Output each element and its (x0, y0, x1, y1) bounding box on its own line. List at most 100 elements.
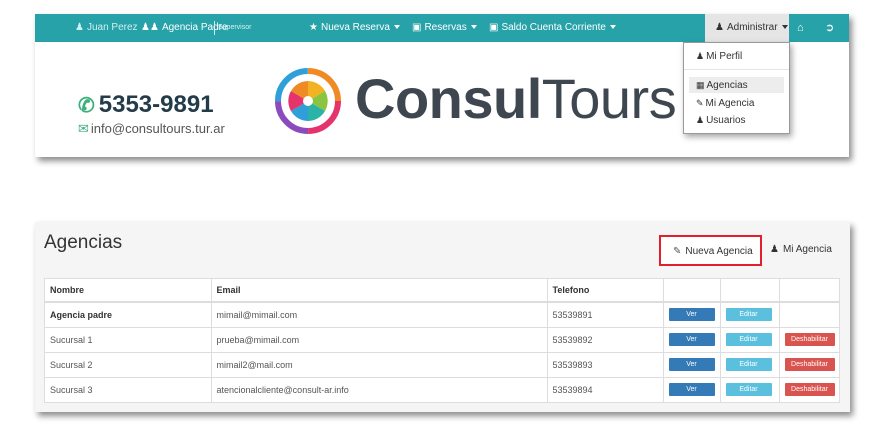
ver-button[interactable]: Ver (668, 333, 715, 346)
suitcase-icon: ▣ (412, 22, 422, 33)
nav-administrar[interactable]: ♟ Administrar (705, 14, 789, 42)
pencil-icon: ✎ (696, 98, 704, 108)
nav-user[interactable]: ♟ Juan Perez (75, 14, 138, 42)
cell-action: Deshabilitar (779, 377, 839, 402)
mi-agencia-label: Mi Agencia (782, 244, 832, 255)
table-header-row: Nombre Email Telefono (45, 279, 839, 303)
menu-item-usuarios[interactable]: ♟ Usuarios (684, 112, 789, 128)
deshabilitar-button[interactable]: Deshabilitar (784, 333, 835, 346)
menu-divider (684, 69, 789, 70)
agencias-panel: Agencias ✎ Nueva Agencia ♟ Mi Agencia Nomb… (35, 222, 850, 412)
column-header-empty (779, 279, 839, 303)
top-navbar: ♟ Juan Perez ♟♟ Agencia Padre Supervisor ★… (35, 14, 849, 42)
caret-down-icon (470, 25, 477, 30)
money-icon: ▣ (489, 22, 499, 33)
editar-button[interactable]: Editar (725, 383, 772, 397)
edit-icon: ✎ (673, 246, 682, 257)
email-address: info@consultours.tur.ar (90, 121, 225, 136)
menu-item-mi-perfil[interactable]: ♟ Mi Perfil (684, 48, 789, 64)
nav-saldo-label: Saldo Cuenta Corriente (501, 22, 606, 33)
users-icon: ♟ (770, 244, 779, 255)
logo-light-text: Tours (541, 67, 677, 130)
menu-item-label: Usuarios (706, 115, 746, 126)
cell-email: mimail2@mail.com (211, 352, 548, 378)
screenshot-stage: ♟ Juan Perez ♟♟ Agencia Padre Supervisor ★… (0, 0, 886, 437)
cell-action: Ver (663, 377, 721, 402)
cell-nombre: Sucursal 3 (45, 377, 212, 402)
cell-nombre: Agencia padre (45, 302, 212, 328)
cell-action (779, 302, 839, 328)
table-row: Sucursal 3 atencionalcliente@consult-ar.… (45, 377, 839, 402)
mi-agencia-button[interactable]: ♟ Mi Agencia (770, 244, 832, 255)
logo-bold-text: Consul (355, 67, 542, 130)
users-icon: ♟ (696, 115, 705, 125)
logo-wordmark: ConsulTours (355, 66, 677, 132)
cell-action: Editar (720, 352, 780, 378)
cell-telefono: 53539892 (547, 327, 664, 353)
nav-administrar-label: Administrar (726, 22, 778, 33)
cell-action: Editar (720, 327, 780, 353)
column-header-nombre: Nombre (45, 279, 212, 303)
home-icon[interactable]: ⌂ (797, 14, 804, 42)
nav-nueva-reserva-label: Nueva Reserva (320, 22, 390, 33)
user-icon: ♟ (75, 22, 84, 33)
admin-dropdown-menu: ♟ Mi Perfil ▦ Agencias ✎ Mi Agencia ♟ Usuari… (683, 42, 790, 134)
editar-button[interactable]: Editar (725, 308, 772, 322)
user-icon: ♟ (715, 22, 724, 33)
caret-down-icon (781, 25, 788, 30)
cell-action: Deshabilitar (779, 327, 839, 353)
logo-icon (275, 68, 341, 134)
users-icon: ♟♟ (141, 22, 159, 33)
cell-email: prueba@mimail.com (211, 327, 548, 353)
deshabilitar-button[interactable]: Deshabilitar (784, 383, 835, 397)
ver-button[interactable]: Ver (668, 358, 715, 371)
cell-action: Editar (720, 377, 780, 402)
deshabilitar-button[interactable]: Deshabilitar (784, 358, 835, 371)
cell-email: atencionalcliente@consult-ar.info (211, 377, 548, 402)
contact-email: ✉ info@consultours.tur.ar (78, 121, 225, 137)
menu-item-label: Mi Agencia (705, 98, 755, 109)
contact-phone: ✆ 5353-9891 (78, 91, 214, 119)
column-header-email: Email (211, 279, 548, 303)
nav-reservas-label: Reservas (424, 22, 467, 33)
column-header-empty (720, 279, 780, 303)
cell-telefono: 53539891 (547, 302, 664, 328)
ver-button[interactable]: Ver (668, 383, 715, 397)
menu-item-agencias[interactable]: ▦ Agencias (689, 77, 784, 93)
nav-reservas[interactable]: ▣ Reservas (412, 14, 477, 42)
ver-button[interactable]: Ver (668, 308, 715, 322)
phone-icon: ✆ (78, 95, 95, 117)
menu-item-label: Mi Perfil (706, 51, 743, 62)
page-title: Agencias (44, 232, 123, 253)
table-row: Sucursal 1 prueba@mimail.com 53539892 Ve… (45, 327, 839, 353)
nav-user-label: Juan Perez (86, 22, 138, 33)
menu-item-mi-agencia[interactable]: ✎ Mi Agencia (684, 95, 789, 111)
cell-action: Editar (720, 302, 780, 328)
agencias-table-wrapper: Nombre Email Telefono Agencia padre mima… (44, 278, 840, 403)
table-row: Agencia padre mimail@mimail.com 53539891… (45, 302, 839, 328)
cell-email: mimail@mimail.com (211, 302, 548, 328)
cell-action: Ver (663, 302, 721, 328)
building-icon: ▦ (696, 80, 705, 90)
column-header-telefono: Telefono (547, 279, 664, 303)
nueva-agencia-button[interactable]: ✎ Nueva Agencia (659, 235, 762, 266)
nueva-agencia-label: Nueva Agencia (685, 246, 753, 257)
sign-out-icon[interactable]: ➲ (825, 14, 834, 42)
envelope-icon: ✉ (78, 121, 89, 136)
user-icon: ♟ (696, 51, 705, 61)
column-header-empty (663, 279, 721, 303)
menu-item-label: Agencias (706, 80, 748, 91)
agencias-table: Nombre Email Telefono Agencia padre mima… (45, 279, 839, 402)
table-row: Sucursal 2 mimail2@mail.com 53539893 Ver… (45, 352, 839, 378)
cell-action: Ver (663, 352, 721, 378)
editar-button[interactable]: Editar (725, 358, 772, 371)
caret-down-icon (609, 25, 616, 30)
caret-down-icon (393, 25, 400, 30)
star-icon: ★ (309, 22, 318, 33)
editar-button[interactable]: Editar (725, 333, 772, 346)
nav-role-badge: Supervisor (214, 21, 251, 35)
cell-nombre: Sucursal 1 (45, 327, 212, 353)
nav-saldo[interactable]: ▣ Saldo Cuenta Corriente (489, 14, 616, 42)
cell-nombre: Sucursal 2 (45, 352, 212, 378)
nav-nueva-reserva[interactable]: ★ Nueva Reserva (309, 14, 400, 42)
